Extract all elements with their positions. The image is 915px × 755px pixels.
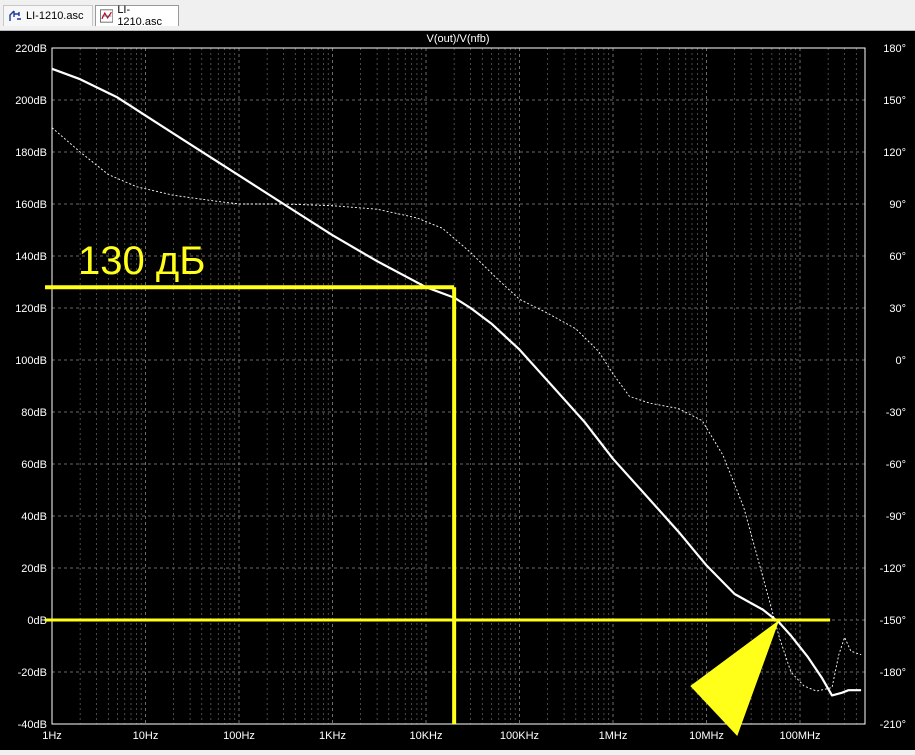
y-tick-label-right: -30°	[886, 407, 906, 419]
y-tick-label-left: 20dB	[21, 563, 47, 575]
annotations: 130 дБ	[45, 239, 831, 736]
y-tick-label-left: 120dB	[15, 303, 47, 315]
x-tick-label: 100Hz	[223, 730, 255, 742]
y-tick-label-left: 220dB	[15, 43, 47, 55]
x-tick-label: 10MHz	[689, 730, 724, 742]
tab-bar: LI-1210.asc LI-1210.asc	[0, 0, 915, 31]
series-group	[52, 67, 862, 697]
y-tick-label-left: 0dB	[27, 615, 47, 627]
y-tick-label-left: 180dB	[15, 147, 47, 159]
y-tick-label-left: 80dB	[21, 407, 47, 419]
bode-plot[interactable]: V(out)/V(nfb) 220dB 200dB 180dB 160dB 140dB 1…	[0, 31, 915, 750]
y-tick-label-right: 60°	[889, 251, 906, 263]
grid	[52, 48, 865, 724]
y-axis-right: 180° 150° 120° 90° 60° 30° 0° -30° -60° -90° -120°…	[880, 43, 906, 731]
y-tick-label-right: -90°	[886, 511, 906, 523]
y-tick-label-right: -60°	[886, 459, 906, 471]
chart-title: V(out)/V(nfb)	[427, 33, 490, 45]
tab-waveform[interactable]: LI-1210.asc	[95, 4, 179, 28]
y-tick-label-right: 180°	[883, 43, 906, 55]
x-tick-label: 100KHz	[500, 730, 539, 742]
y-tick-label-left: 60dB	[21, 459, 47, 471]
y-tick-label-right: 30°	[889, 303, 906, 315]
y-axis-left: 220dB 200dB 180dB 160dB 140dB 120dB 100dB 80dB 6…	[15, 43, 47, 731]
y-tick-label-right: -180°	[880, 667, 906, 679]
annotation-label: 130 дБ	[78, 239, 205, 283]
arrow-icon	[690, 620, 780, 736]
y-tick-label-right: 120°	[883, 147, 906, 159]
y-tick-label-left: 160dB	[15, 199, 47, 211]
schematic-icon	[9, 10, 21, 21]
x-tick-label: 1KHz	[319, 730, 346, 742]
y-tick-label-right: -120°	[880, 563, 906, 575]
tab-waveform-label: LI-1210.asc	[117, 4, 162, 28]
x-tick-label: 10KHz	[409, 730, 442, 742]
x-axis: 1Hz 10Hz 100Hz 1KHz 10KHz 100KHz 1MHz 10MHz 100M…	[42, 730, 820, 742]
x-tick-label: 10Hz	[133, 730, 159, 742]
y-tick-label-right: -150°	[880, 615, 906, 627]
plot-window[interactable]: V(out)/V(nfb) 220dB 200dB 180dB 160dB 140dB 1…	[0, 31, 915, 750]
y-tick-label-left: 40dB	[21, 511, 47, 523]
tab-schematic-label: LI-1210.asc	[26, 10, 84, 22]
tab-schematic[interactable]: LI-1210.asc	[3, 5, 93, 26]
x-tick-label: 1MHz	[599, 730, 628, 742]
y-tick-label-left: 200dB	[15, 95, 47, 107]
y-tick-label-right: 90°	[889, 199, 906, 211]
y-tick-label-left: -20dB	[18, 667, 47, 679]
x-tick-label: 1Hz	[42, 730, 62, 742]
magnitude-trace	[52, 67, 862, 697]
waveform-icon	[100, 9, 114, 23]
y-tick-label-right: 150°	[883, 95, 906, 107]
y-tick-label-left: 140dB	[15, 251, 47, 263]
y-tick-label-right: 0°	[895, 355, 906, 367]
x-tick-label: 100MHz	[780, 730, 821, 742]
y-tick-label-left: 100dB	[15, 355, 47, 367]
y-tick-label-right: -210°	[880, 719, 906, 731]
